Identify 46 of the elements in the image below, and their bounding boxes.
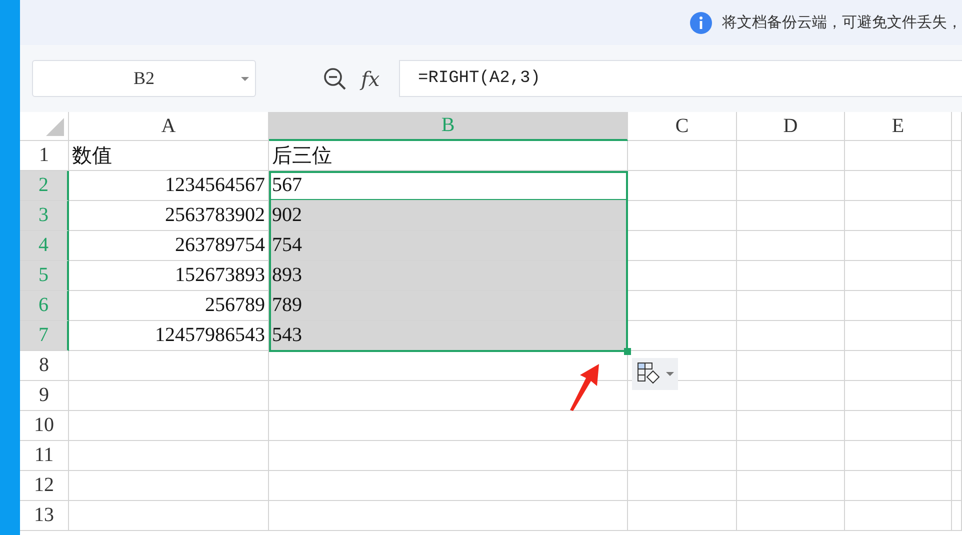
row-header[interactable]: 10 — [20, 411, 69, 441]
grid-cell — [952, 411, 962, 441]
row-header[interactable]: 9 — [20, 381, 69, 411]
grid-cell — [952, 501, 962, 531]
grid-cell — [952, 261, 962, 291]
function-button[interactable]: fx — [361, 66, 385, 90]
row-header[interactable]: 8 — [20, 351, 69, 381]
zoom-out-icon[interactable] — [323, 66, 347, 90]
formula-field[interactable]: =RIGHT(A2,3) — [399, 60, 962, 97]
table-cell: 12457986543 — [69, 321, 269, 351]
column-header[interactable]: C — [628, 112, 737, 141]
grid-cell — [952, 171, 962, 201]
table-cell: 754 — [269, 231, 628, 261]
column-header[interactable]: E — [845, 112, 952, 141]
name-box[interactable]: B2 — [32, 60, 256, 97]
grid-cell — [952, 381, 962, 411]
row-header[interactable]: 13 — [20, 501, 69, 531]
table-cell: 152673893 — [69, 261, 269, 291]
row-header[interactable]: 11 — [20, 441, 69, 471]
grid-cell — [952, 351, 962, 381]
grid-cell — [952, 471, 962, 501]
grid-cell — [952, 201, 962, 231]
table-cell: 902 — [269, 201, 628, 231]
paste-options-button[interactable] — [632, 358, 678, 390]
row-header[interactable]: 12 — [20, 471, 69, 501]
table-cell: 1234564567 — [69, 171, 269, 201]
table-cell: 256789 — [69, 291, 269, 321]
info-icon — [690, 12, 712, 34]
grid-cell — [952, 141, 962, 171]
grid-cell — [952, 231, 962, 261]
grid-cell — [952, 321, 962, 351]
notice-text: 将文档备份云端，可避免文件丢失， — [722, 13, 962, 32]
table-cell: 893 — [269, 261, 628, 291]
grid-cell — [952, 291, 962, 321]
grid-cell — [952, 441, 962, 471]
column-header[interactable]: D — [737, 112, 845, 141]
table-cell: 后三位 — [269, 141, 628, 171]
table-cell: 543 — [269, 321, 628, 351]
paste-options-icon — [636, 362, 662, 386]
table-cell: 789 — [269, 291, 628, 321]
annotation-arrow — [568, 362, 602, 412]
table-cell: 数值 — [69, 141, 269, 171]
table-cell: 263789754 — [69, 231, 269, 261]
table-cell: 2563783902 — [69, 201, 269, 231]
column-header[interactable]: A — [69, 112, 269, 141]
row-header[interactable]: 1 — [20, 141, 69, 171]
